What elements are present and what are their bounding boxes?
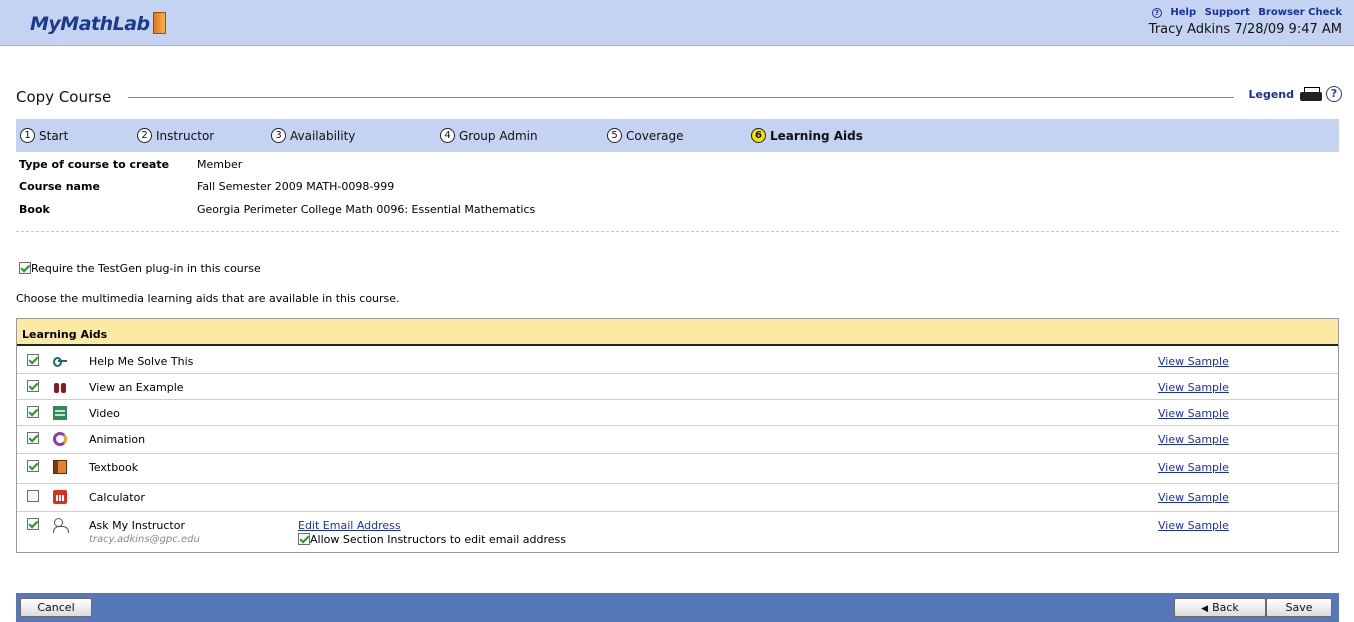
step-number: 4 (440, 128, 455, 143)
aid-row-textbook: Textbook View Sample (17, 454, 1338, 484)
testgen-checkbox[interactable] (19, 262, 31, 274)
learning-aids-table: Learning Aids Help Me Solve This View Sa… (16, 318, 1339, 553)
course-type-value: Member (197, 158, 243, 171)
wizard-steps: 1 Start 2 Instructor 3 Availability 4 Group … (16, 119, 1339, 152)
animation-checkbox[interactable] (27, 432, 39, 444)
step-availability[interactable]: 3 Availability (271, 128, 355, 143)
view-sample-link[interactable]: View Sample (1158, 461, 1229, 474)
help-me-solve-checkbox[interactable] (27, 354, 39, 366)
step-label: Coverage (626, 128, 684, 143)
step-label: Instructor (156, 128, 215, 143)
legend-area: Legend ? (1248, 86, 1342, 102)
section-divider (16, 231, 1339, 232)
aid-label: Animation (89, 433, 146, 446)
footer-bar: Cancel ◀ Back Save (16, 593, 1339, 622)
allow-edit-option: Allow Section Instructors to edit email … (298, 533, 566, 546)
view-sample-link[interactable]: View Sample (1158, 433, 1229, 446)
aid-row-calculator: Calculator View Sample (17, 484, 1338, 512)
animation-icon (53, 432, 67, 446)
testgen-label: Require the TestGen plug-in in this cour… (31, 262, 261, 275)
aid-row-view-example: View an Example View Sample (17, 374, 1338, 400)
page-title: Copy Course (16, 88, 118, 106)
film-icon (53, 406, 67, 420)
user-datetime: Tracy Adkins 7/28/09 9:47 AM (1148, 22, 1342, 37)
aid-row-video: Video View Sample (17, 400, 1338, 426)
aid-label: Help Me Solve This (89, 355, 194, 368)
table-header-label: Learning Aids (22, 328, 108, 341)
step-label: Start (39, 128, 69, 143)
aid-label: Textbook (89, 461, 139, 474)
view-sample-link[interactable]: View Sample (1158, 491, 1229, 504)
help-question-icon[interactable]: ? (1326, 86, 1342, 102)
aid-label: Calculator (89, 491, 145, 504)
binoculars-icon (53, 380, 67, 394)
aid-row-help-me-solve: Help Me Solve This View Sample (17, 348, 1338, 374)
logo-door-icon (152, 12, 166, 34)
step-coverage[interactable]: 5 Coverage (607, 128, 684, 143)
aid-row-animation: Animation View Sample (17, 426, 1338, 454)
step-number: 3 (271, 128, 286, 143)
back-button[interactable]: ◀ Back (1174, 598, 1266, 617)
instructor-email: tracy.adkins@gpc.edu (89, 534, 200, 545)
view-sample-link[interactable]: View Sample (1158, 355, 1229, 368)
step-group-admin[interactable]: 4 Group Admin (440, 128, 538, 143)
browser-check-link[interactable]: Browser Check (1258, 7, 1342, 18)
course-name-label: Course name (19, 180, 100, 193)
help-circle-icon: ? (1151, 8, 1162, 18)
person-icon (53, 518, 69, 533)
testgen-option: Require the TestGen plug-in in this cour… (19, 262, 261, 275)
mymathlab-logo[interactable]: MyMathLab (30, 12, 166, 35)
aid-label: View an Example (89, 381, 184, 394)
help-link[interactable]: ? Help (1147, 7, 1196, 18)
aid-row-ask-instructor: Ask My Instructor tracy.adkins@gpc.edu E… (17, 512, 1338, 552)
course-type-label: Type of course to create (19, 158, 170, 171)
view-sample-link[interactable]: View Sample (1158, 519, 1229, 532)
book-label: Book (19, 203, 50, 216)
step-label: Availability (290, 128, 356, 143)
step-start[interactable]: 1 Start (20, 128, 68, 143)
title-divider (128, 97, 1234, 98)
cancel-button[interactable]: Cancel (20, 598, 92, 617)
view-example-checkbox[interactable] (27, 380, 39, 392)
top-header-bar: MyMathLab ? Help Support Browser Check T… (0, 0, 1354, 46)
help-label: Help (1170, 7, 1197, 18)
save-button[interactable]: Save (1266, 598, 1332, 617)
logo-text: MyMathLab (30, 13, 150, 35)
step-label: Learning Aids (770, 128, 863, 143)
course-name-value: Fall Semester 2009 MATH-0098-999 (197, 180, 395, 193)
view-sample-link[interactable]: View Sample (1158, 381, 1229, 394)
back-label: Back (1212, 601, 1239, 614)
aid-label: Ask My Instructor (89, 519, 185, 532)
step-learning-aids[interactable]: 6 Learning Aids (751, 128, 863, 143)
support-link[interactable]: Support (1205, 7, 1250, 18)
step-number: 6 (751, 128, 766, 143)
calculator-checkbox[interactable] (27, 490, 39, 502)
view-sample-link[interactable]: View Sample (1158, 407, 1229, 420)
printer-icon[interactable] (1300, 87, 1322, 101)
legend-link[interactable]: Legend (1248, 88, 1294, 101)
aid-label: Video (89, 407, 120, 420)
edit-email-link[interactable]: Edit Email Address (298, 519, 401, 532)
back-arrow-icon: ◀ (1201, 604, 1209, 614)
step-number: 2 (137, 128, 152, 143)
top-links: ? Help Support Browser Check (1142, 7, 1342, 18)
step-number: 5 (607, 128, 622, 143)
video-checkbox[interactable] (27, 406, 39, 418)
calculator-icon (53, 490, 67, 504)
textbook-checkbox[interactable] (27, 460, 39, 472)
step-instructor[interactable]: 2 Instructor (137, 128, 214, 143)
allow-edit-label: Allow Section Instructors to edit email … (310, 533, 567, 546)
choose-instructions: Choose the multimedia learning aids that… (16, 292, 400, 305)
ask-instructor-checkbox[interactable] (27, 518, 39, 530)
allow-edit-checkbox[interactable] (298, 533, 310, 545)
book-icon (53, 460, 67, 474)
step-number: 1 (20, 128, 35, 143)
step-label: Group Admin (459, 128, 538, 143)
key-icon (53, 354, 67, 368)
book-value: Georgia Perimeter College Math 0096: Ess… (197, 203, 536, 216)
table-header: Learning Aids (17, 319, 1338, 346)
